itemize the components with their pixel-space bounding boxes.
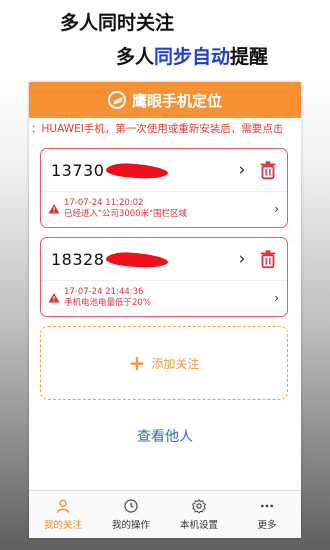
alert-info: 17-07-24 21:44:36 手机电池电量低于20% [64,287,274,309]
alert-time: 17-07-24 11:20:02 [64,198,144,208]
eagle-logo-icon [107,91,126,109]
alert-message: 已经进入"公司3000米"围栏区域 [64,209,187,219]
tab-my-follows[interactable]: 我的关注 [29,491,97,538]
warning-icon [48,204,60,214]
promo-text-suffix: 提醒 [230,46,269,68]
add-follow-button[interactable]: + 添加关注 [40,326,288,400]
tab-label: 本机设置 [179,520,218,531]
alert-info: 17-07-24 11:20:02 已经进入"公司3000米"围栏区域 [64,198,274,220]
tab-label: 更多 [257,520,277,531]
promo-subheadline: 多人同步自动提醒 [116,42,268,69]
chevron-right-icon[interactable]: › [274,202,279,216]
alert-row[interactable]: 17-07-24 21:44:36 手机电池电量低于20% › [41,281,287,315]
view-others-link[interactable]: 查看他人 [29,426,301,446]
app-title: 鹰眼手机定位 [131,91,222,110]
tab-my-operations[interactable]: 我的操作 [97,491,165,538]
history-icon [124,499,138,513]
promo-text-prefix: 多人 [116,46,155,68]
trash-icon[interactable] [257,159,279,181]
alert-time: 17-07-24 21:44:36 [64,287,144,297]
card-header[interactable]: 18328 › [41,238,287,281]
card-header[interactable]: 13730 › [41,149,287,192]
more-dots-icon [261,504,273,508]
promo-headline: 多人同时关注 [60,12,175,34]
trash-icon[interactable] [257,248,279,270]
tab-label: 我的操作 [111,520,150,531]
app-screen: 鹰眼手机定位 ：HUAWEI手机，第一次使用或重新安装后，需要点击 13730 … [29,82,301,538]
app-header: 鹰眼手机定位 [29,82,301,118]
chevron-right-icon[interactable]: › [233,160,251,180]
person-icon [56,499,70,513]
tab-device-settings[interactable]: 本机设置 [165,491,233,538]
bottom-tab-bar: 我的关注 我的操作 本机设置 更多 [29,490,301,538]
tracked-phone-card[interactable]: 18328 › 17-07-24 21:44:36 手机电池电量低于20% › [40,237,288,317]
chevron-right-icon[interactable]: › [274,291,279,305]
phone-number: 13730 [51,161,169,180]
tab-label: 我的关注 [43,520,82,531]
plus-icon: + [128,351,146,375]
tab-more[interactable]: 更多 [233,491,301,538]
promo-text-highlight: 同步自动 [154,46,231,68]
warning-icon [48,293,60,303]
add-follow-label: 添加关注 [151,356,200,371]
alert-message: 手机电池电量低于20% [64,298,151,308]
alert-row[interactable]: 17-07-24 11:20:02 已经进入"公司3000米"围栏区域 › [41,192,287,226]
chevron-right-icon[interactable]: › [233,249,251,269]
scrolling-notice[interactable]: ：HUAWEI手机，第一次使用或重新安装后，需要点击 [29,118,301,140]
tracked-phone-card[interactable]: 13730 › 17-07-24 11:20:02 已经进入"公司3000米"围… [40,148,288,228]
redaction-scribble [105,161,169,180]
phone-number: 18328 [51,250,169,269]
promo-banner: 多人同时关注 多人同步自动提醒 [0,0,330,82]
gear-icon [192,499,206,514]
redaction-scribble [105,250,169,269]
